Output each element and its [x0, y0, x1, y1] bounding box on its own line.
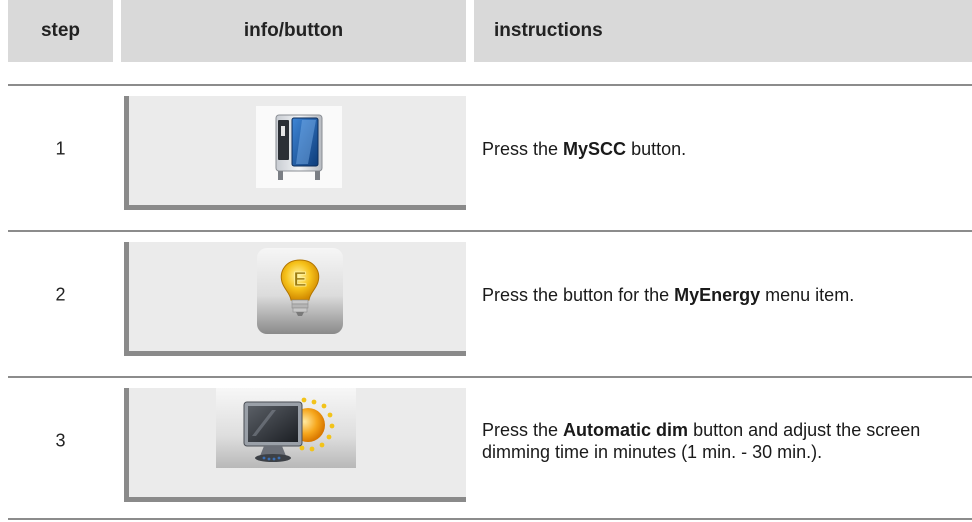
bulb-letter: E [293, 269, 306, 291]
step-number: 2 [55, 284, 66, 304]
instruction-text-part: button. [626, 138, 687, 159]
table-row: 1 Press the MySCC button. [0, 86, 972, 211]
instruction-keyword: MyEnergy [674, 284, 761, 305]
instruction-text-part: menu item. [760, 284, 855, 305]
button-panel [124, 388, 466, 502]
table-row: 3 Press the Automatic dim button and adj… [0, 378, 972, 503]
table-row: 2 E Press the button for the MyEnergy me… [0, 232, 972, 357]
instruction-text-part: Press the [482, 138, 564, 159]
step-number: 1 [55, 138, 66, 158]
header-instructions: instructions [474, 0, 972, 62]
button-panel: E [124, 242, 466, 356]
instruction-text: Press the MySCC button. [482, 138, 962, 160]
instruction-text-part: Press the button for the [482, 284, 675, 305]
monitor-sun-icon[interactable] [216, 388, 356, 468]
instruction-text: Press the Automatic dim button and adjus… [482, 419, 962, 463]
button-panel [124, 96, 466, 210]
header-info: info/button [121, 0, 466, 62]
instruction-keyword: MySCC [563, 138, 627, 159]
header-instructions-label: instructions [494, 20, 603, 41]
instruction-text-part: Press the [482, 419, 564, 440]
step-number: 3 [55, 430, 66, 450]
instruction-text: Press the button for the MyEnergy menu i… [482, 284, 962, 306]
combi-oven-icon[interactable] [256, 106, 342, 188]
divider [8, 518, 972, 520]
header-step-label: step [40, 20, 81, 41]
header-info-label: info/button [243, 20, 344, 41]
energy-bulb-icon[interactable]: E [257, 248, 343, 334]
header-step: step [8, 0, 113, 62]
instruction-keyword: Automatic dim [563, 419, 689, 440]
